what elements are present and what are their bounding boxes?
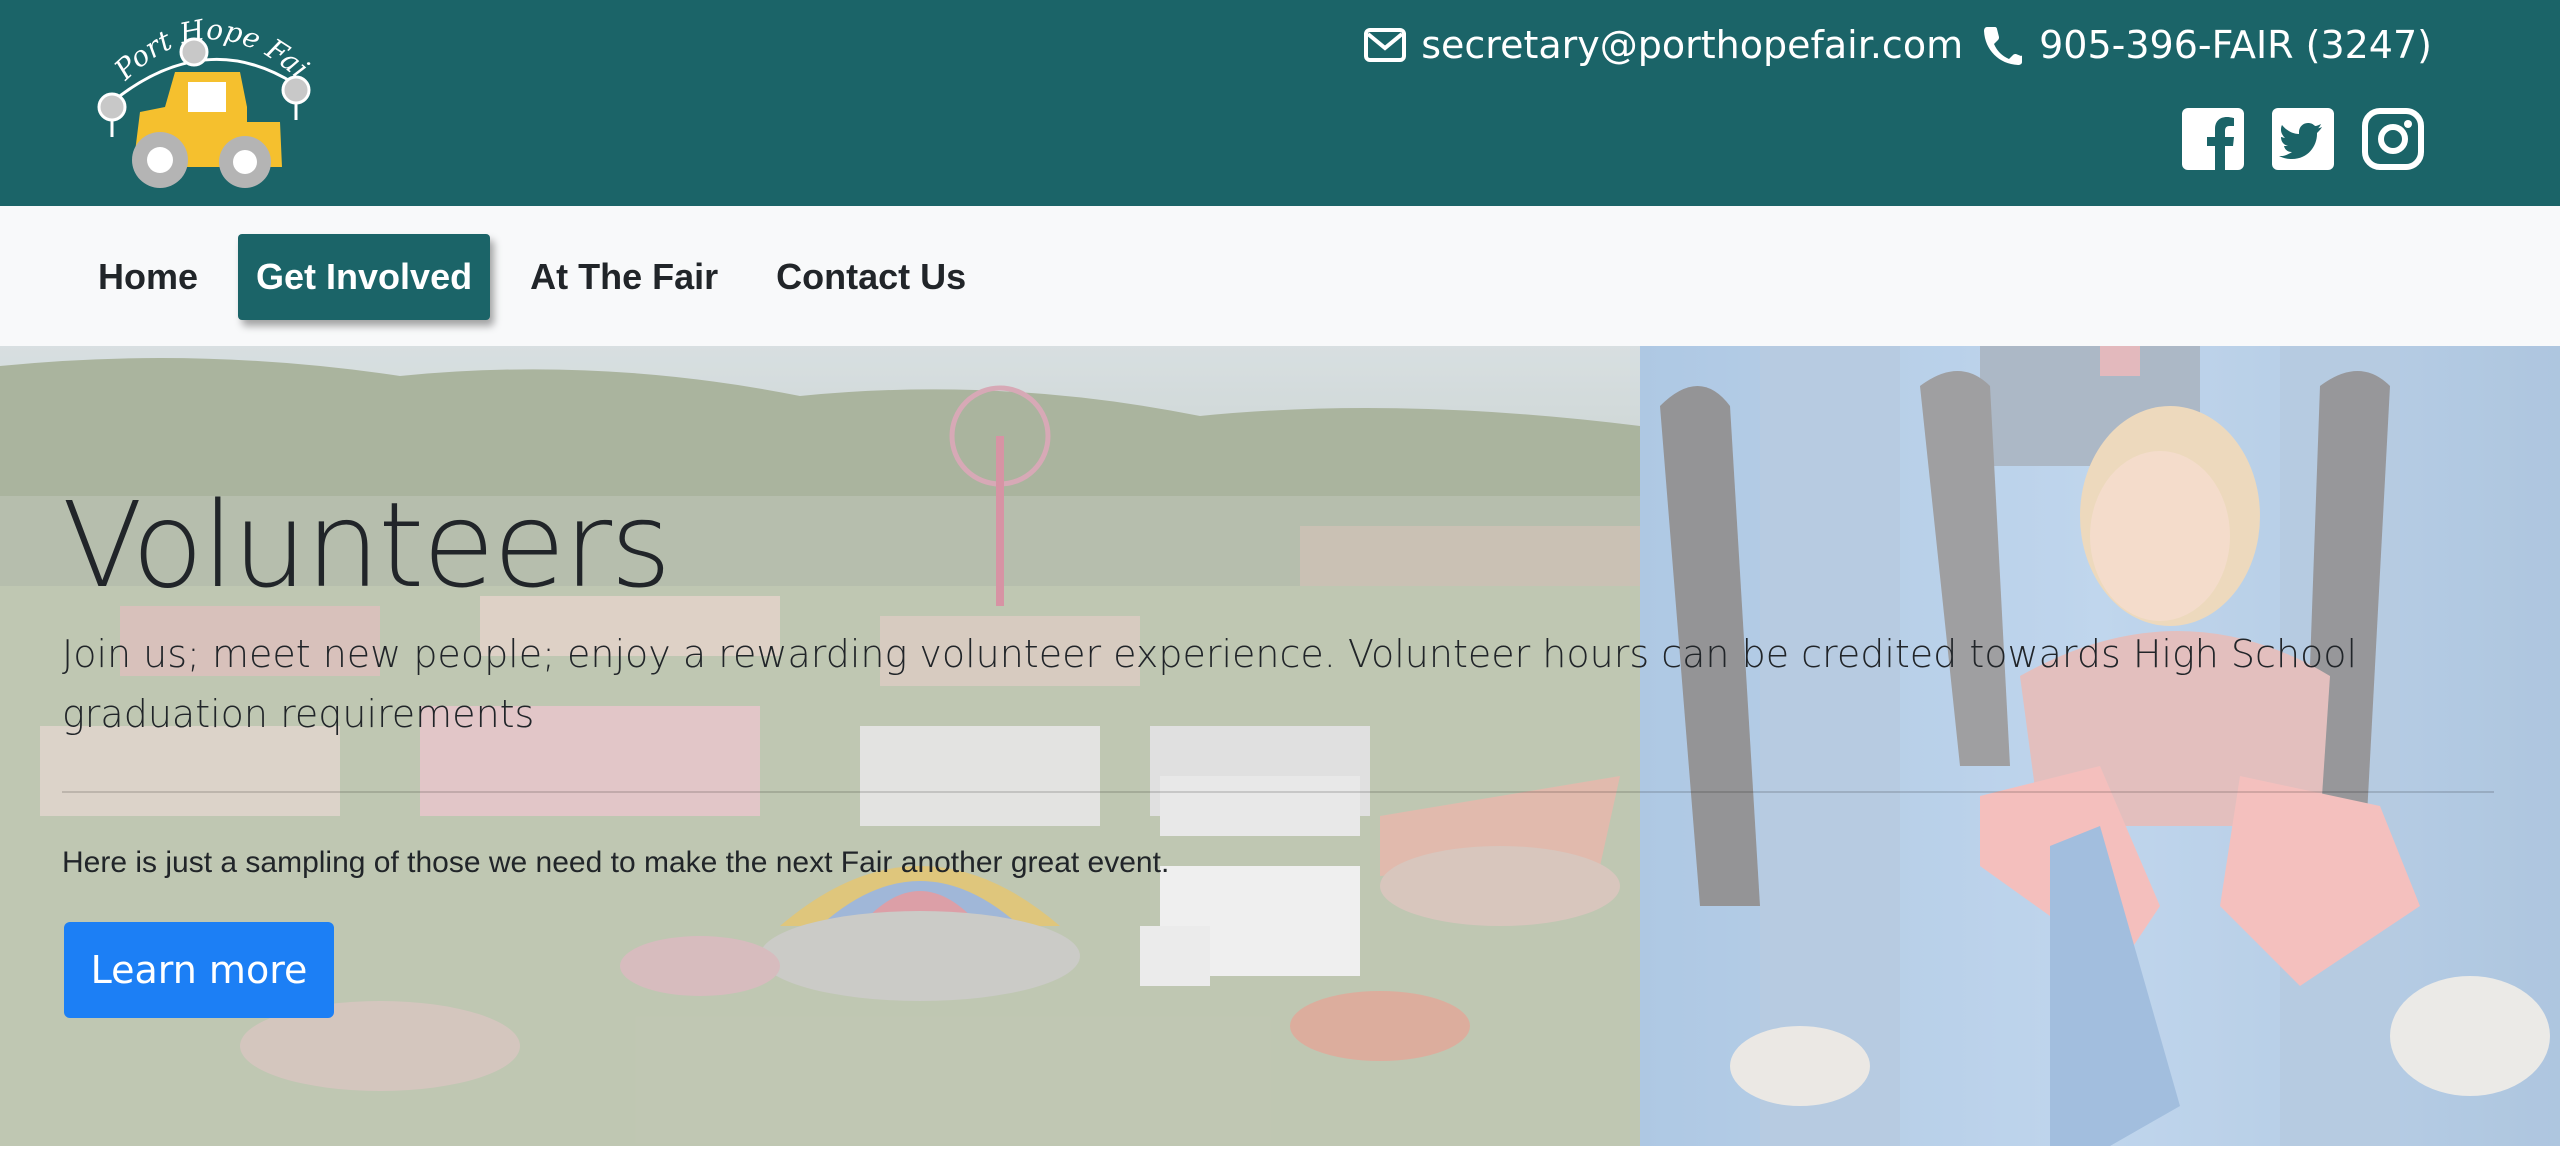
site-logo[interactable]: Port Hope Fair bbox=[83, 0, 320, 192]
facebook-icon bbox=[2182, 108, 2244, 170]
site-header: Port Hope Fair secretary@p bbox=[0, 0, 2560, 206]
main-navbar: Home Get Involved At The Fair Contact Us bbox=[0, 206, 2560, 346]
hero-jumbotron: Volunteers Join us; meet new people; enj… bbox=[0, 346, 2560, 1146]
nav-item-contact-us[interactable]: Contact Us bbox=[758, 234, 984, 320]
learn-more-button[interactable]: Learn more bbox=[64, 922, 334, 1018]
contact-info: secretary@porthopefair.com 905-396-FAIR … bbox=[1363, 18, 2432, 72]
nav-item-home[interactable]: Home bbox=[80, 234, 216, 320]
phone-link[interactable]: 905-396-FAIR (3247) bbox=[1983, 23, 2432, 67]
divider bbox=[62, 791, 2494, 793]
instagram-icon bbox=[2362, 108, 2424, 170]
hero-body-text: Here is just a sampling of those we need… bbox=[62, 846, 1170, 879]
twitter-link[interactable] bbox=[2272, 108, 2334, 170]
envelope-icon bbox=[1364, 28, 1407, 62]
phone-icon bbox=[1984, 27, 2023, 65]
tractor-logo-icon: Port Hope Fair bbox=[83, 0, 315, 188]
facebook-link[interactable] bbox=[2182, 108, 2244, 170]
nav-menu: Home Get Involved At The Fair Contact Us bbox=[80, 234, 984, 320]
page-title: Volunteers bbox=[62, 476, 672, 614]
nav-item-get-involved[interactable]: Get Involved bbox=[238, 234, 491, 320]
social-links bbox=[2182, 108, 2424, 170]
email-text: secretary@porthopefair.com bbox=[1421, 23, 1964, 67]
phone-text: 905-396-FAIR (3247) bbox=[2039, 23, 2432, 67]
email-link[interactable]: secretary@porthopefair.com bbox=[1363, 23, 1963, 67]
nav-item-at-the-fair[interactable]: At The Fair bbox=[512, 234, 736, 320]
instagram-link[interactable] bbox=[2362, 108, 2424, 170]
hero-overlay bbox=[0, 346, 2560, 1146]
twitter-icon bbox=[2272, 108, 2334, 170]
hero-lead-text: Join us; meet new people; enjoy a reward… bbox=[62, 632, 2358, 736]
